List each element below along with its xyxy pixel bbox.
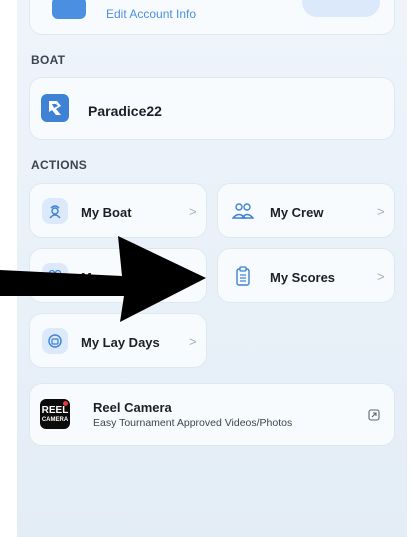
hidden-action-label: My ... [81,270,114,285]
my-crew-label: My Crew [270,205,324,220]
edit-account-link[interactable]: Edit Account Info [106,7,196,21]
reel-camera-logo: REEL CAMERA [40,399,70,429]
actions-section-heading: ACTIONS [31,158,88,172]
my-boat-label: My Boat [81,205,132,220]
boat-name: Paradice22 [88,103,162,119]
hidden-action-tile[interactable]: My ... [29,248,207,303]
sailor-icon [42,198,68,224]
reel-logo-line1: REEL [41,405,69,416]
people-icon [42,263,68,289]
reel-camera-card[interactable]: REEL CAMERA Reel Camera Easy Tournament … [29,383,395,446]
chevron-right-icon: > [189,334,197,349]
my-lay-days-label: My Lay Days [81,335,160,350]
my-boat-tile[interactable]: My Boat > [29,183,207,238]
chevron-right-icon: > [377,204,385,219]
reel-camera-subtitle: Easy Tournament Approved Videos/Photos [93,417,293,429]
reel-logo-line2: CAMERA [41,417,69,423]
boat-section-heading: BOAT [31,53,66,67]
boat-logo-icon [41,94,69,122]
chevron-right-icon: > [189,204,197,219]
account-card[interactable]: Edit Account Info [29,0,395,35]
external-link-icon [368,408,380,426]
clipboard-icon [230,263,256,289]
app-screen: Edit Account Info BOAT Paradice22 ACTION… [17,0,407,537]
my-lay-days-tile[interactable]: My Lay Days > [29,313,207,368]
account-action-pill[interactable] [302,0,380,17]
people-icon [230,198,256,224]
calendar-icon [42,328,68,354]
account-icon [52,0,86,19]
my-scores-tile[interactable]: My Scores > [217,248,395,303]
boat-card[interactable]: Paradice22 [29,77,395,140]
chevron-right-icon: > [377,269,385,284]
my-scores-label: My Scores [270,270,336,285]
record-dot-icon [63,401,68,406]
my-crew-tile[interactable]: My Crew > [217,183,395,238]
reel-camera-title: Reel Camera [93,400,172,415]
